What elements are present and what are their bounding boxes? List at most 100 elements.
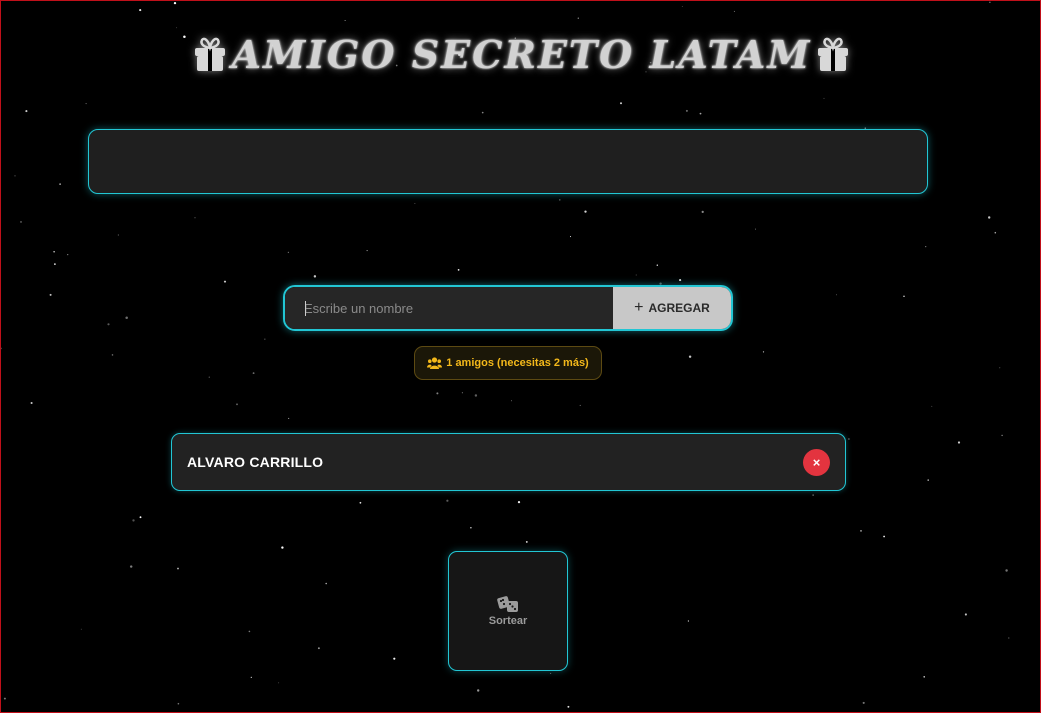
star bbox=[681, 6, 683, 7]
star bbox=[457, 269, 460, 271]
star bbox=[477, 689, 480, 692]
add-button[interactable]: + AGREGAR bbox=[613, 287, 731, 329]
star bbox=[964, 613, 967, 616]
star bbox=[53, 251, 55, 253]
star bbox=[288, 417, 290, 419]
star bbox=[584, 210, 587, 213]
star bbox=[688, 355, 692, 358]
star bbox=[325, 582, 328, 585]
star bbox=[80, 628, 82, 630]
star bbox=[525, 540, 528, 543]
star bbox=[67, 253, 69, 256]
add-friend-form: + AGREGAR bbox=[283, 285, 733, 331]
star bbox=[281, 546, 284, 549]
star bbox=[446, 499, 449, 502]
star bbox=[550, 672, 552, 674]
star bbox=[762, 351, 765, 353]
draw-button[interactable]: Sortear bbox=[448, 551, 568, 671]
gift-icon bbox=[818, 37, 849, 71]
star bbox=[994, 231, 997, 234]
star bbox=[931, 405, 933, 407]
gift-icon bbox=[194, 37, 225, 71]
star bbox=[287, 251, 290, 254]
star bbox=[687, 620, 690, 622]
star bbox=[436, 392, 439, 395]
star bbox=[248, 630, 251, 633]
star bbox=[848, 438, 850, 440]
text-caret bbox=[305, 301, 306, 316]
star bbox=[132, 519, 135, 522]
star bbox=[139, 516, 142, 519]
star bbox=[812, 494, 814, 496]
star bbox=[223, 280, 227, 283]
close-icon: × bbox=[812, 454, 821, 470]
star bbox=[344, 20, 346, 22]
star bbox=[173, 1, 177, 5]
friend-count-badge: 1 amigos (necesitas 2 más) bbox=[414, 346, 602, 380]
star bbox=[107, 323, 110, 326]
plus-icon: + bbox=[634, 299, 644, 316]
star bbox=[567, 705, 570, 708]
star bbox=[264, 338, 266, 340]
star bbox=[619, 102, 623, 105]
star bbox=[1008, 637, 1010, 639]
star bbox=[54, 263, 56, 265]
star bbox=[111, 354, 114, 356]
remove-friend-button[interactable]: × bbox=[803, 448, 830, 476]
star bbox=[278, 682, 280, 684]
star bbox=[125, 316, 128, 319]
star bbox=[20, 220, 22, 223]
star bbox=[250, 676, 252, 679]
star bbox=[474, 394, 478, 397]
star bbox=[414, 203, 416, 204]
star bbox=[511, 400, 512, 402]
star bbox=[366, 250, 368, 252]
star bbox=[569, 236, 572, 238]
star bbox=[85, 103, 87, 105]
star bbox=[177, 702, 180, 705]
page-title: AMIGO SECRETO LATAM bbox=[1, 29, 1040, 79]
star bbox=[25, 110, 28, 113]
star bbox=[823, 97, 825, 99]
star bbox=[208, 376, 210, 378]
star bbox=[129, 565, 133, 568]
star bbox=[635, 274, 637, 276]
star bbox=[733, 10, 735, 12]
star bbox=[177, 567, 179, 570]
star bbox=[14, 175, 16, 177]
star bbox=[1, 347, 2, 350]
result-display bbox=[88, 129, 928, 194]
users-icon bbox=[427, 357, 443, 369]
star bbox=[860, 530, 862, 532]
star bbox=[559, 199, 561, 201]
app-window: AMIGO SECRETO LATAM + AGREGAR 1 amigos (… bbox=[0, 0, 1041, 713]
star bbox=[957, 441, 961, 444]
app-title: AMIGO SECRETO LATAM bbox=[231, 31, 812, 77]
star bbox=[517, 500, 521, 504]
dice-icon bbox=[497, 596, 518, 612]
star bbox=[862, 701, 865, 704]
star bbox=[903, 295, 905, 298]
star bbox=[656, 264, 658, 266]
star bbox=[923, 676, 925, 678]
friend-name: ALVARO CARRILLO bbox=[187, 454, 324, 470]
star bbox=[755, 228, 757, 230]
star bbox=[194, 217, 196, 219]
name-input[interactable] bbox=[285, 287, 613, 329]
star bbox=[470, 527, 472, 529]
star bbox=[989, 1, 991, 3]
star bbox=[927, 479, 929, 481]
star bbox=[359, 501, 362, 504]
star bbox=[317, 647, 320, 650]
star bbox=[59, 183, 61, 185]
star bbox=[685, 109, 688, 112]
star bbox=[883, 535, 886, 538]
draw-button-label: Sortear bbox=[488, 615, 528, 627]
list-item: ALVARO CARRILLO × bbox=[171, 433, 846, 491]
star bbox=[1005, 569, 1008, 572]
star bbox=[836, 294, 837, 296]
star bbox=[481, 111, 484, 114]
star bbox=[988, 216, 991, 219]
star bbox=[393, 657, 396, 660]
star bbox=[577, 17, 579, 19]
